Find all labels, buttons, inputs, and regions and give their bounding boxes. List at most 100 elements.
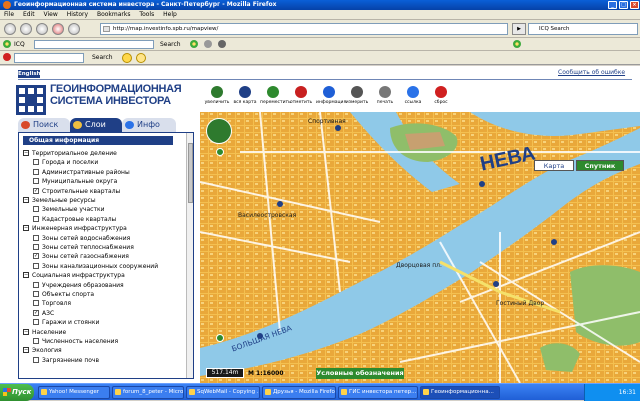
label-gostiny-dvor: Гостиный Двор: [496, 300, 545, 307]
legend-button[interactable]: Условные обозначения: [316, 368, 404, 379]
map-tool-full-map[interactable]: вся карта: [232, 84, 258, 105]
tab-layers[interactable]: Слои: [70, 118, 122, 132]
layer-checkbox[interactable]: [33, 215, 39, 222]
menu-view[interactable]: View: [44, 11, 58, 18]
minimize-button[interactable]: _: [608, 1, 617, 9]
layer-checkbox[interactable]: ✓: [33, 309, 39, 316]
expand-toggle-icon[interactable]: −: [23, 150, 29, 156]
toolbar-search-button[interactable]: Search: [92, 51, 113, 65]
map-tool-info[interactable]: информация: [316, 84, 346, 105]
expand-toggle-icon[interactable]: −: [23, 197, 29, 203]
layer-checkbox[interactable]: ✓: [33, 253, 39, 260]
settings-icon[interactable]: [204, 40, 212, 48]
taskbar-task[interactable]: ГИС инвестора петер...: [338, 386, 418, 399]
icq-flower-icon[interactable]: [190, 40, 198, 48]
layer-checkbox[interactable]: [33, 300, 39, 307]
home-icon[interactable]: [68, 23, 80, 35]
map-tool-link[interactable]: ссылка: [400, 84, 426, 105]
layer-checkbox[interactable]: [33, 234, 39, 241]
page-icon: [103, 26, 110, 32]
maximize-button[interactable]: □: [619, 1, 628, 9]
icq-search-input[interactable]: [34, 40, 154, 49]
go-button[interactable]: ▶: [512, 23, 526, 35]
layer-checkbox[interactable]: [33, 356, 39, 363]
stop-icon[interactable]: [52, 23, 64, 35]
window-title-bar[interactable]: Геоинформационная система инвестора - Са…: [0, 0, 640, 10]
layers-header[interactable]: Общая информация: [23, 136, 173, 145]
menu-bookmarks[interactable]: Bookmarks: [97, 11, 131, 18]
english-link[interactable]: English: [18, 70, 41, 78]
map-tool-measure[interactable]: измерить: [344, 84, 370, 105]
expand-toggle-icon[interactable]: −: [23, 225, 29, 232]
menu-help[interactable]: Help: [163, 11, 177, 18]
report-error-link[interactable]: Сообщить об ошибке: [558, 69, 625, 76]
layer-checkbox[interactable]: [33, 281, 39, 288]
pencil-icon[interactable]: [218, 40, 226, 48]
navigation-toolbar: http://map.investinfo.spb.ru/mapview/ ▶ …: [0, 20, 640, 38]
start-button[interactable]: Пуск: [0, 384, 34, 401]
layer-item-label: Муниципальные округа: [42, 178, 118, 186]
toolbar-logo-icon: [3, 53, 11, 61]
reload-icon[interactable]: [36, 23, 48, 35]
menu-tools[interactable]: Tools: [139, 11, 154, 18]
layer-checkbox[interactable]: [33, 319, 39, 326]
map-tool-print[interactable]: печать: [372, 84, 398, 105]
layer-item-label: Торговля: [42, 300, 71, 308]
map-type-satellite-button[interactable]: Спутник: [576, 160, 624, 171]
map-tool-label: ссылка: [404, 100, 422, 105]
system-tray: 16:31: [584, 384, 640, 401]
map-tool-reset[interactable]: сброс: [428, 84, 454, 105]
smiley-icon[interactable]: [136, 53, 146, 63]
start-label: Пуск: [12, 388, 32, 396]
scrollbar-thumb[interactable]: [188, 143, 193, 203]
layer-checkbox[interactable]: [33, 244, 39, 250]
menu-history[interactable]: History: [67, 11, 88, 18]
close-button[interactable]: ×: [630, 1, 639, 9]
app-icon: [41, 389, 47, 395]
layer-checkbox[interactable]: [33, 159, 39, 166]
search-icon: [21, 121, 30, 129]
tab-info[interactable]: Инфо: [122, 118, 176, 132]
layer-item-label: Учреждения образования: [42, 281, 124, 289]
menu-file[interactable]: File: [4, 11, 14, 18]
smiley-icon[interactable]: [122, 53, 132, 63]
taskbar-task[interactable]: Друзья - Mozilla Firefox: [262, 386, 336, 399]
taskbar-task[interactable]: SqWebMail - Copying ...: [186, 386, 260, 399]
address-bar[interactable]: http://map.investinfo.spb.ru/mapview/: [100, 23, 508, 35]
taskbar-task[interactable]: Геоинформационна...: [420, 386, 500, 399]
icq-search-button[interactable]: Search: [160, 38, 181, 51]
layer-checkbox[interactable]: [33, 168, 39, 175]
layer-checkbox[interactable]: [33, 206, 39, 213]
pan-control[interactable]: [206, 118, 232, 144]
layer-checkbox[interactable]: [33, 178, 39, 185]
expand-toggle-icon[interactable]: −: [23, 328, 29, 335]
logo-grid-icon: [16, 85, 46, 115]
map-tool-zoom-in[interactable]: увеличить: [204, 84, 230, 105]
map-type-map-button[interactable]: Карта: [534, 160, 574, 171]
layers-scrollbar[interactable]: [186, 133, 193, 378]
taskbar-task[interactable]: forum_8_peter - Micros...: [112, 386, 184, 399]
layer-checkbox[interactable]: [33, 262, 39, 269]
map-tool-marker[interactable]: отметить: [288, 84, 314, 105]
clock: 16:31: [618, 389, 636, 396]
zoom-in-button[interactable]: [216, 148, 224, 156]
layer-group-label: Инженерная инфраструктура: [32, 225, 127, 233]
forward-icon[interactable]: [20, 23, 32, 35]
menu-edit[interactable]: Edit: [23, 11, 35, 18]
expand-toggle-icon[interactable]: −: [23, 347, 29, 354]
expand-toggle-icon[interactable]: −: [23, 272, 29, 279]
layer-checkbox[interactable]: [33, 338, 39, 344]
firefox-icon: [3, 1, 11, 9]
tab-search[interactable]: Поиск: [18, 118, 70, 132]
taskbar-task[interactable]: Yahoo! Messenger: [38, 386, 110, 399]
back-icon[interactable]: [4, 23, 16, 35]
zoom-out-button[interactable]: [216, 334, 224, 342]
layer-checkbox[interactable]: ✓: [33, 187, 39, 194]
toolbar-search-input[interactable]: [14, 53, 84, 63]
map-view[interactable]: Карта Спутник НЕВА БОЛЬШАЯ НЕВА Спортивн…: [200, 112, 640, 383]
map-tool-pan[interactable]: переместить: [260, 84, 291, 105]
app-icon: [115, 389, 121, 395]
search-input[interactable]: ICQ Search: [528, 23, 638, 35]
reset-icon: [435, 86, 447, 98]
layer-checkbox[interactable]: [33, 291, 39, 297]
